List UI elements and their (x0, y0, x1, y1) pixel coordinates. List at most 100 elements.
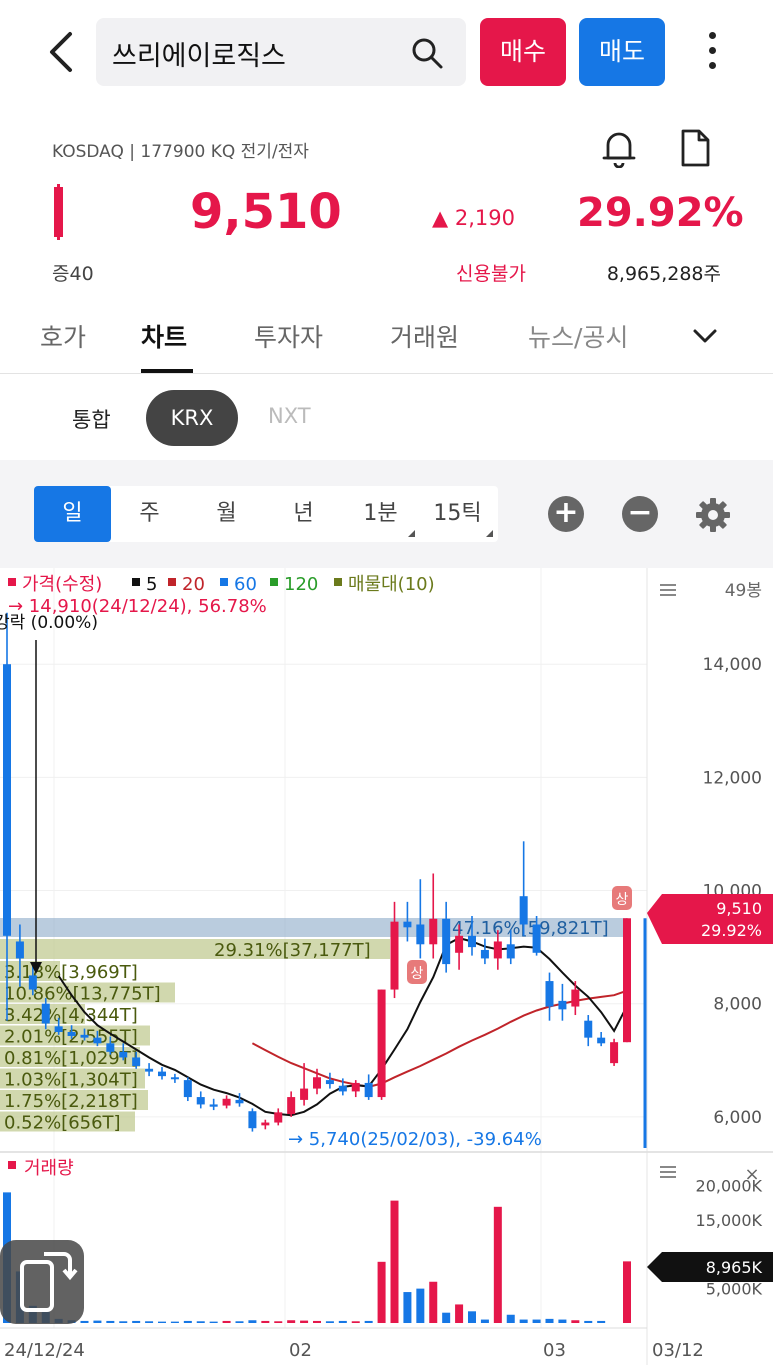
volume-bar (196, 1321, 205, 1323)
period-tick[interactable]: 15틱 (419, 486, 496, 542)
volume-bar (558, 1319, 567, 1323)
filter-krx[interactable]: KRX (146, 390, 238, 446)
candle-body (623, 918, 631, 1043)
price-tick: 12,000 (703, 768, 762, 788)
buy-button[interactable]: 매수 (480, 18, 566, 86)
chart-legend: 가격(수정) 5 20 60 120 매물대(10) (8, 574, 435, 595)
volume-bar (313, 1320, 321, 1323)
volume-bar (623, 1261, 631, 1323)
current-price-tag: 9,510 29.92% (647, 894, 773, 944)
gear-icon[interactable] (694, 496, 732, 534)
top-left-annotation: 강락 (0.00%) (0, 613, 98, 633)
candle-body (15, 941, 24, 959)
period-week[interactable]: 주 (111, 486, 188, 542)
profile-label: 3.18%[3,969T] (4, 962, 138, 983)
tab-investor[interactable]: 투자자 (254, 318, 323, 354)
search-value: 쓰리에이로직스 (112, 41, 286, 72)
chevron-down-icon[interactable] (690, 322, 720, 350)
search-icon[interactable] (410, 36, 444, 70)
candle-body (67, 1032, 76, 1036)
profile-label: 29.31%[37,177T] (214, 940, 371, 961)
candle-body (442, 918, 451, 965)
candle-body (545, 981, 554, 1007)
bell-icon[interactable] (600, 128, 638, 168)
volume-tick: 15,000K (696, 1211, 763, 1230)
tab-news[interactable]: 뉴스/공시 (528, 318, 628, 354)
volume-bar (93, 1320, 102, 1323)
candle-body (119, 1051, 128, 1058)
volume-bar (145, 1321, 154, 1323)
volume-bar (287, 1320, 296, 1323)
dropdown-corner-icon (486, 530, 493, 537)
price-tick: 14,000 (703, 655, 762, 675)
tab-chart[interactable]: 차트 (141, 318, 187, 354)
filter-all[interactable]: 통합 (72, 404, 111, 434)
price-tick: 6,000 (713, 1108, 762, 1128)
price-change: ▲ 2,190 (432, 206, 515, 230)
candle-body (235, 1099, 244, 1104)
volume-bar (403, 1292, 412, 1323)
candle-body (3, 664, 11, 936)
candle-body (80, 1034, 89, 1038)
search-field[interactable]: 쓰리에이로직스 (96, 18, 466, 86)
candle-body (403, 921, 412, 928)
zoom-in-icon[interactable]: + (548, 496, 584, 532)
price-tick: 8,000 (713, 995, 762, 1015)
candle-body (170, 1077, 179, 1080)
tab-orderbook[interactable]: 호가 (40, 318, 86, 354)
candle-body (351, 1082, 360, 1092)
volume-bar (325, 1321, 334, 1323)
period-year[interactable]: 년 (265, 486, 342, 542)
candle-count: 49봉 (725, 581, 762, 601)
up-arrow-icon: ▲ (432, 206, 449, 230)
volume-bar (480, 1319, 489, 1323)
sell-button[interactable]: 매도 (579, 18, 665, 86)
candle-body (274, 1112, 283, 1123)
volume-bar (119, 1321, 128, 1323)
top-bar: 쓰리에이로직스 매수 매도 (0, 0, 773, 104)
market-info: KOSDAQ | 177900 KQ 전기/전자 (52, 142, 309, 162)
profile-label: 1.75%[2,218T] (4, 1091, 138, 1112)
current-volume-tag: 8,965K (647, 1252, 773, 1282)
tab-broker[interactable]: 거래원 (390, 318, 459, 354)
rotate-screen-button[interactable] (0, 1240, 84, 1324)
more-options-icon[interactable] (698, 28, 726, 76)
period-day[interactable]: 일 (34, 486, 111, 542)
credit-status: 신용불가 (456, 263, 526, 285)
candle-body (519, 896, 528, 925)
tag-price: 9,510 (716, 899, 762, 918)
margin-rate: 증40 (52, 263, 94, 285)
volume-bar (416, 1288, 425, 1323)
candle-body (196, 1097, 205, 1105)
legend-price: 가격(수정) (22, 574, 102, 595)
mini-candle (54, 187, 63, 237)
chart-panel[interactable]: 47.16%[59,821T] 29.31%[37,177T] 3.18%[3,96… (0, 568, 773, 1365)
price-chart[interactable]: 47.16%[59,821T]29.31%[37,177T]3.18%[3,96… (0, 568, 773, 1365)
x-tick: 24/12/24 (4, 1340, 85, 1361)
filter-nxt[interactable]: NXT (268, 404, 311, 428)
profile-label: 0.81%[1,029T] (4, 1048, 138, 1069)
volume-legend: 거래량 (24, 1158, 74, 1179)
document-icon[interactable] (678, 128, 712, 168)
volume-bar (274, 1321, 283, 1323)
current-price: 9,510 (190, 184, 342, 240)
limit-up-badge: 상 (612, 886, 632, 910)
candle-body (364, 1082, 373, 1098)
zoom-out-icon[interactable]: − (622, 496, 658, 532)
trade-volume: 8,965,288주 (606, 263, 721, 285)
legend-ma5: 5 (146, 574, 157, 595)
price-change-value: 2,190 (454, 206, 515, 230)
back-arrow-icon[interactable] (40, 28, 80, 76)
candle-body (209, 1104, 218, 1107)
period-month[interactable]: 월 (188, 486, 265, 542)
period-selector: 일 주 월 년 1분 15틱 (34, 486, 498, 542)
candle-body (313, 1077, 321, 1089)
volume-bar (364, 1320, 373, 1323)
candle-body (506, 944, 515, 959)
candle-body (558, 1000, 567, 1010)
candle-body (610, 1042, 619, 1064)
profile-label: 3.42%[4,344T] (4, 1005, 138, 1026)
candle-body (41, 1003, 50, 1024)
volume-bar (351, 1321, 360, 1323)
active-tab-indicator (141, 369, 193, 373)
